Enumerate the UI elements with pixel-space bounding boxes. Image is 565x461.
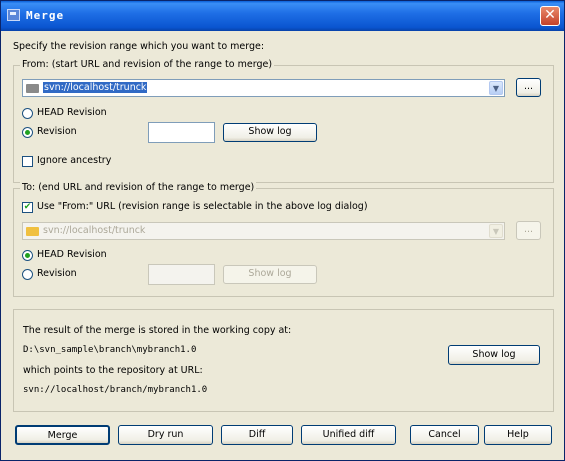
from-head-radio[interactable] [22, 108, 33, 119]
info-show-log-button[interactable]: Show log [448, 345, 540, 365]
use-from-url-checkbox[interactable]: ✔ [22, 202, 33, 213]
repository-url: svn://localhost/branch/mybranch1.0 [23, 385, 208, 395]
title-bar[interactable]: Merge ✕ [1, 1, 564, 31]
to-revision-label: Revision [37, 268, 77, 279]
to-head-radio[interactable] [22, 250, 33, 261]
to-head-label: HEAD Revision [37, 249, 107, 260]
info-line-1: The result of the merge is stored in the… [23, 325, 292, 336]
to-url-combo[interactable]: svn://localhost/trunck ▼ [22, 222, 505, 240]
from-revision-input[interactable] [148, 122, 215, 143]
ignore-ancestry-checkbox[interactable] [22, 156, 33, 167]
folder-icon [26, 84, 39, 93]
cancel-button[interactable]: Cancel [410, 425, 479, 445]
from-revision-radio[interactable] [22, 127, 33, 138]
to-url-value: svn://localhost/trunck [43, 225, 146, 236]
folder-icon [26, 227, 39, 236]
to-show-log-button[interactable]: Show log [223, 265, 317, 284]
diff-button[interactable]: Diff [221, 425, 293, 445]
unified-diff-button[interactable]: Unified diff [301, 425, 396, 445]
from-browse-button[interactable]: ... [516, 78, 541, 97]
merge-dialog: Merge ✕ Specify the revision range which… [0, 0, 565, 461]
dry-run-button[interactable]: Dry run [118, 425, 213, 445]
info-line-3: which points to the repository at URL: [23, 365, 203, 376]
to-revision-radio[interactable] [22, 269, 33, 280]
close-button[interactable]: ✕ [540, 6, 560, 26]
to-legend: To: (end URL and revision of the range t… [20, 182, 257, 193]
window-title: Merge [26, 9, 65, 22]
to-revision-input[interactable] [148, 264, 215, 285]
chevron-down-icon[interactable]: ▼ [489, 81, 503, 95]
intro-text: Specify the revision range which you wan… [13, 41, 265, 52]
app-icon [7, 9, 20, 21]
use-from-url-label: Use "From:" URL (revision range is selec… [37, 201, 368, 212]
ignore-ancestry-label: Ignore ancestry [37, 155, 112, 166]
chevron-down-icon[interactable]: ▼ [489, 224, 503, 238]
from-revision-label: Revision [37, 126, 77, 137]
from-head-label: HEAD Revision [37, 107, 107, 118]
help-button[interactable]: Help [484, 425, 552, 445]
merge-button[interactable]: Merge [15, 425, 110, 445]
from-legend: From: (start URL and revision of the ran… [20, 59, 275, 70]
from-show-log-button[interactable]: Show log [223, 123, 317, 142]
working-copy-path: D:\svn_sample\branch\mybranch1.0 [23, 345, 197, 355]
from-url-combo[interactable]: svn://localhost/trunck ▼ [22, 79, 505, 97]
from-url-value: svn://localhost/trunck [43, 82, 148, 93]
to-browse-button[interactable]: ... [516, 221, 541, 240]
